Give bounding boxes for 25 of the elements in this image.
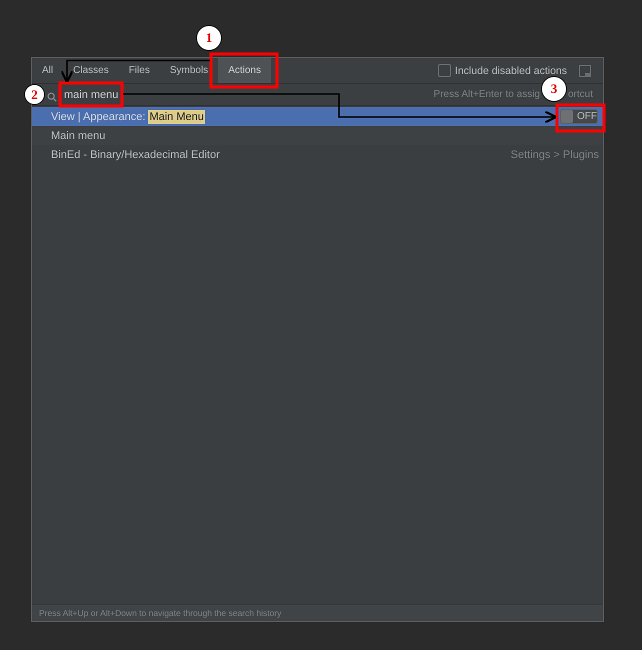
tab[interactable]: Symbols (160, 58, 218, 83)
status-bar: Press Alt+Up or Alt+Down to navigate through the search history (32, 604, 603, 621)
result-label: View | Appearance: (51, 110, 146, 122)
panel-icon[interactable] (579, 64, 591, 76)
shortcut-hint: ortcut (568, 89, 593, 100)
tab[interactable]: Files (118, 58, 160, 83)
highlight-frame (210, 52, 278, 88)
result-location: Settings > Plugins (510, 148, 599, 160)
step-badge: 1 (196, 25, 222, 51)
toggle-switch[interactable]: OFF (560, 109, 598, 124)
highlight-frame (556, 104, 606, 132)
step-badge: 2 (24, 84, 45, 105)
shortcut-hint: Press Alt+Enter to assig (434, 89, 540, 100)
search-field[interactable]: main menu (64, 88, 118, 100)
tab[interactable]: Actions (218, 58, 271, 83)
match-highlight: Main Menu (148, 110, 205, 124)
result-label: BinEd - Binary/Hexadecimal Editor (51, 148, 220, 160)
checkbox[interactable] (438, 64, 451, 77)
tab[interactable]: All (32, 58, 64, 83)
result-row[interactable]: View | Appearance: Main Menu OFF (32, 107, 603, 126)
checkbox-label: Include disabled actions (454, 64, 567, 76)
search-icon (47, 92, 57, 102)
tab[interactable]: Classes (63, 58, 119, 83)
result-label: Main menu (51, 130, 106, 142)
highlight-frame (58, 82, 124, 108)
